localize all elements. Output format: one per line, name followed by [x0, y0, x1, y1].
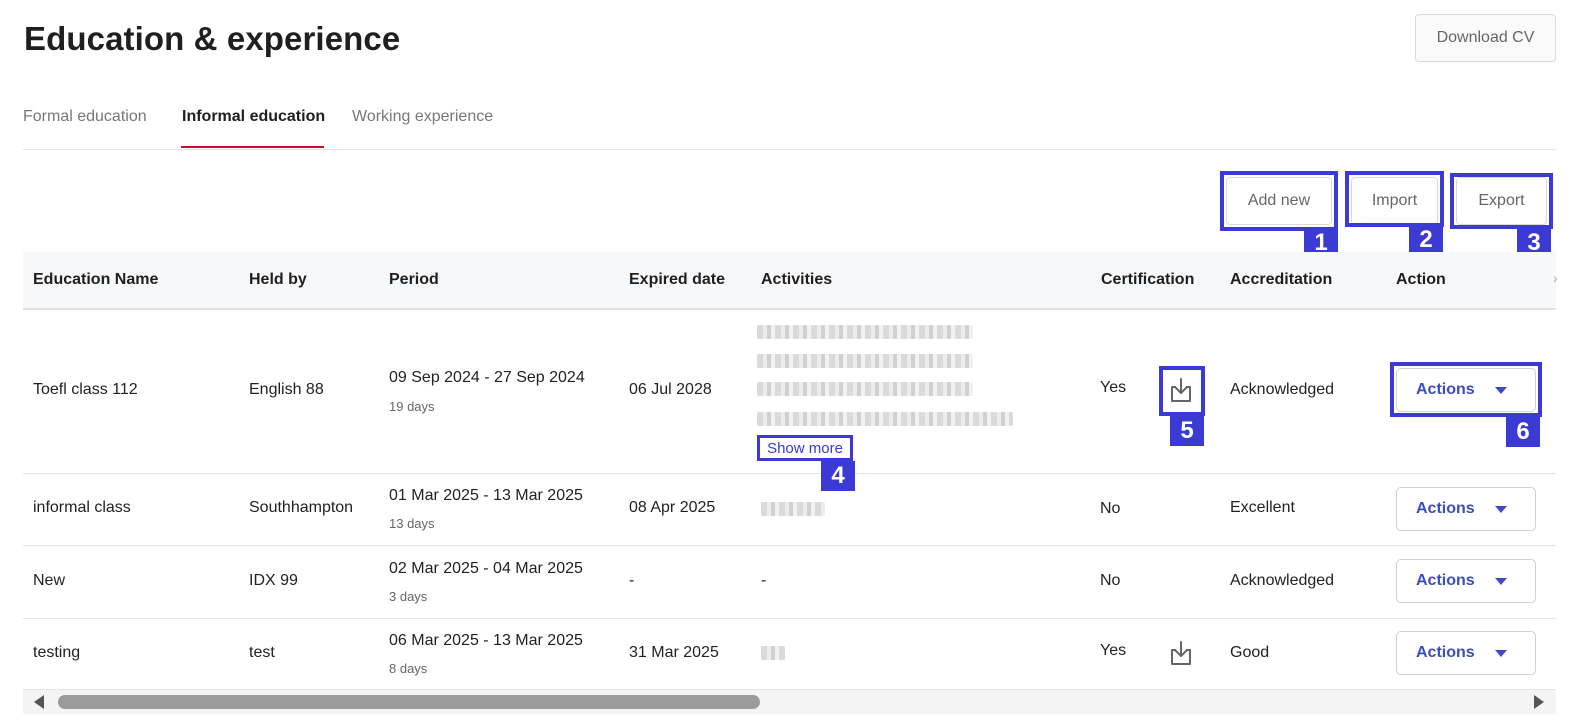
actions-dropdown-button[interactable]: Actions	[1396, 487, 1536, 531]
scrollbar-thumb[interactable]	[58, 695, 760, 709]
caret-down-icon	[1495, 650, 1507, 657]
active-tab-indicator	[181, 146, 324, 148]
scroll-right-arrow-icon[interactable]	[1534, 695, 1544, 709]
period: 01 Mar 2025 - 13 Mar 2025	[389, 487, 583, 504]
period: 09 Sep 2024 - 27 Sep 2024	[389, 369, 585, 386]
annotation-box-5	[1159, 366, 1205, 416]
caret-down-icon	[1495, 578, 1507, 585]
redacted-activity-line	[757, 325, 973, 339]
column-header-period[interactable]: Period	[389, 271, 439, 289]
annotation-tag-2: 2	[1409, 225, 1443, 255]
tab-informal-education[interactable]: Informal education	[182, 108, 325, 126]
period-duration: 8 days	[389, 661, 428, 676]
column-header-held-by[interactable]: Held by	[249, 271, 307, 289]
certification-status: Yes	[1100, 642, 1127, 659]
redacted-activity-line	[757, 382, 973, 396]
annotation-box-6	[1390, 362, 1542, 417]
download-icon[interactable]	[1166, 638, 1196, 668]
redacted-activity-line	[757, 354, 973, 368]
actions-dropdown-button[interactable]: Actions	[1396, 559, 1536, 603]
period-duration: 13 days	[389, 516, 435, 531]
column-header-activities[interactable]: Activities	[761, 271, 832, 289]
held-by: IDX 99	[249, 572, 298, 589]
actions-label: Actions	[1416, 572, 1475, 589]
certification-status: Yes	[1100, 379, 1127, 396]
page-title: Education & experience	[24, 20, 401, 57]
education-name: testing	[33, 644, 81, 661]
column-header-expired-date[interactable]: Expired date	[629, 271, 725, 289]
column-header-accreditation[interactable]: Accreditation	[1230, 271, 1332, 289]
expired-date: -	[629, 572, 635, 589]
show-more-link[interactable]: Show more	[757, 435, 853, 461]
actions-label: Actions	[1416, 644, 1475, 661]
table-row: informal class Southhampton 01 Mar 2025 …	[23, 474, 1556, 546]
annotation-tag-6: 6	[1506, 417, 1540, 447]
certification-status: No	[1100, 572, 1121, 589]
annotation-tag-5: 5	[1170, 416, 1204, 446]
table-row: testing test 06 Mar 2025 - 13 Mar 2025 8…	[23, 619, 1556, 690]
actions-dropdown-button[interactable]: Actions	[1396, 631, 1536, 675]
redacted-activity-line	[757, 412, 1013, 426]
column-header-certification[interactable]: Certification	[1101, 271, 1194, 289]
caret-down-icon	[1495, 506, 1507, 513]
scroll-left-arrow-icon[interactable]	[34, 695, 44, 709]
redacted-activity-line	[761, 502, 825, 516]
annotation-box-1	[1220, 171, 1338, 231]
expired-date: 08 Apr 2025	[629, 499, 716, 516]
tab-working-experience[interactable]: Working experience	[352, 108, 493, 126]
education-name: New	[33, 572, 66, 589]
period-duration: 19 days	[389, 399, 435, 414]
period-duration: 3 days	[389, 589, 428, 604]
column-header-action: Action	[1396, 271, 1446, 288]
column-header-education-name[interactable]: Education Name	[33, 271, 158, 289]
education-name: informal class	[33, 499, 131, 516]
held-by: Southhampton	[249, 499, 354, 516]
accreditation: Acknowledged	[1230, 381, 1335, 398]
annotation-box-3	[1450, 173, 1553, 229]
tab-bar: Formal education Informal education Work…	[23, 100, 1556, 150]
period: 06 Mar 2025 - 13 Mar 2025	[389, 632, 583, 649]
education-name: Toefl class 112	[33, 381, 138, 398]
expired-date: 31 Mar 2025	[629, 644, 719, 661]
activities: -	[761, 572, 767, 589]
period: 02 Mar 2025 - 04 Mar 2025	[389, 560, 583, 577]
table-header: Education Name Held by Period Expired da…	[23, 252, 1558, 310]
accreditation: Excellent	[1230, 499, 1295, 516]
annotation-box-2	[1345, 171, 1444, 227]
held-by: English 88	[249, 381, 324, 398]
table-row: New IDX 99 02 Mar 2025 - 04 Mar 2025 3 d…	[23, 546, 1556, 619]
more-columns-indicator: ›	[1553, 270, 1558, 286]
redacted-activity-line	[761, 646, 785, 660]
accreditation: Acknowledged	[1230, 572, 1335, 589]
expired-date: 06 Jul 2028	[629, 381, 712, 398]
accreditation: Good	[1230, 644, 1270, 661]
actions-label: Actions	[1416, 500, 1475, 517]
download-cv-button[interactable]: Download CV	[1415, 14, 1556, 62]
held-by: test	[249, 644, 275, 661]
certification-status: No	[1100, 500, 1121, 517]
tab-formal-education[interactable]: Formal education	[23, 108, 147, 126]
